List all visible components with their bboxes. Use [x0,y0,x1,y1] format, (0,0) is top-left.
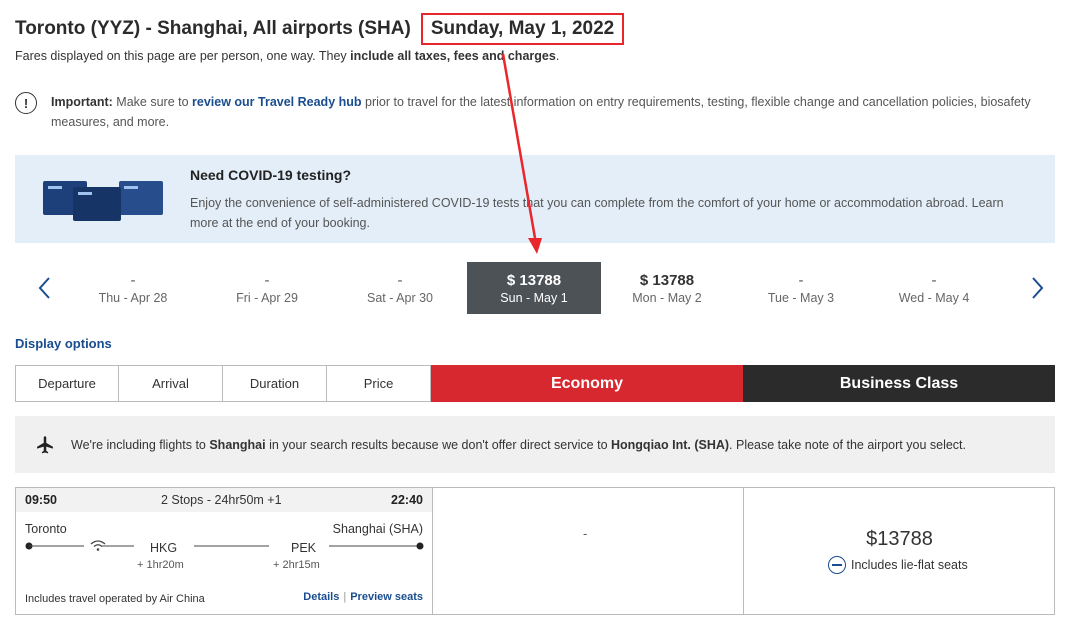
notice-city: Shanghai [209,437,266,452]
date-option-thu-apr-28[interactable]: - Thu - Apr 28 [66,262,200,314]
notice-text-1: We're including flights to [71,437,210,452]
sort-arrival[interactable]: Arrival [119,365,223,402]
flight-summary-bar: 09:50 2 Stops - 24hr50m +1 22:40 [16,488,432,512]
date-option-sat-apr-30[interactable]: - Sat - Apr 30 [333,262,467,314]
airport-notice: We're including flights to Shanghai in y… [15,416,1055,473]
date-label: Sun - May 1 [500,291,568,305]
next-dates-button[interactable] [1023,270,1053,306]
date-option-mon-may-2[interactable]: $ 13788 Mon - May 2 [600,262,734,314]
test-card [119,181,163,215]
date-option-sun-may-1[interactable]: $ 13788 Sun - May 1 [467,262,601,314]
stop-2-code: PEK [291,541,317,555]
sort-price[interactable]: Price [327,365,431,402]
date-price: - [264,272,270,289]
flight-result-row: 09:50 2 Stops - 24hr50m +1 22:40 Toronto… [15,487,1055,615]
date-selector: - Thu - Apr 28 - Fri - Apr 29 - Sat - Ap… [15,262,1055,314]
plane-icon [37,435,53,453]
date-option-tue-may-3[interactable]: - Tue - May 3 [734,262,868,314]
economy-fare-cell: - [432,488,743,614]
flight-itinerary: 09:50 2 Stops - 24hr50m +1 22:40 Toronto… [16,488,432,614]
arrival-time: 22:40 [391,493,423,507]
wifi-icon [90,540,106,551]
business-feature: Includes lie-flat seats [828,556,968,574]
route-title: Toronto (YYZ) - Shanghai, All airports (… [15,18,411,39]
date-price: $ 13788 [639,272,695,289]
date-label: Thu - Apr 28 [98,291,168,305]
test-card [73,187,121,221]
important-notice: ! Important: Make sure to review our Tra… [15,92,1055,132]
details-link[interactable]: Details [303,591,339,603]
origin-city: Toronto [25,522,67,536]
date-price: - [397,272,403,289]
date-label: Tue - May 3 [767,291,835,305]
display-options-link[interactable]: Display options [15,336,112,351]
page-header: Toronto (YYZ) - Shanghai, All airports (… [15,13,625,45]
business-fare-cell[interactable]: $13788 Includes lie-flat seats [743,488,1054,614]
date-label: Mon - May 2 [632,291,702,305]
covid-text: Enjoy the convenience of self-administer… [190,196,1004,230]
covid-test-cards-image [43,179,167,223]
important-text-1: Make sure to [112,95,193,109]
sort-duration[interactable]: Duration [223,365,327,402]
sort-departure[interactable]: Departure [15,365,119,402]
economy-fare-unavailable: - [583,526,588,541]
notice-airport: Hongqiao Int. (SHA) [611,437,730,452]
notice-text-2: in your search results because we don't … [265,437,611,452]
travel-date: Sunday, May 1, 2022 [420,13,625,45]
date-price: - [798,272,804,289]
date-label: Wed - May 4 [898,291,970,305]
preview-seats-link[interactable]: Preview seats [350,591,423,603]
economy-cabin-tab[interactable]: Economy [431,365,743,402]
prev-dates-button[interactable] [29,270,59,306]
operated-by: Includes travel operated by Air China [25,593,205,605]
route-line [25,542,424,550]
destination-city: Shanghai (SHA) [332,522,423,536]
exclamation-icon: ! [15,92,37,114]
important-label: Important: [51,95,113,109]
date-price: - [931,272,937,289]
sort-bar: Departure Arrival Duration Price Economy… [15,365,1055,402]
fares-note-suffix: . [555,49,560,63]
fares-note: Fares displayed on this page are per per… [15,49,559,63]
covid-testing-banner: Need COVID-19 testing? Enjoy the conveni… [15,155,1055,243]
fares-note-bold: include all taxes, fees and charges [350,49,556,63]
link-separator: | [343,591,347,603]
business-feature-label: Includes lie-flat seats [851,558,968,572]
notice-text: We're including flights to Shanghai in y… [71,438,966,452]
lie-flat-seat-icon [828,556,846,574]
stop-1-code: HKG [150,541,178,555]
important-text: Important: Make sure to review our Trave… [51,92,1055,132]
chevron-left-icon [38,277,50,299]
departure-time: 09:50 [25,493,57,507]
date-option-fri-apr-29[interactable]: - Fri - Apr 29 [200,262,334,314]
business-price: $13788 [866,528,933,550]
date-price: $ 13788 [506,272,562,289]
date-label: Fri - Apr 29 [236,291,298,305]
covid-title: Need COVID-19 testing? [190,167,352,183]
business-cabin-tab[interactable]: Business Class [743,365,1055,402]
date-label: Sat - Apr 30 [366,291,433,305]
flight-links: Details | Preview seats [303,591,423,603]
fares-note-prefix: Fares displayed on this page are per per… [15,49,351,63]
date-option-wed-may-4[interactable]: - Wed - May 4 [867,262,1001,314]
stops-duration: 2 Stops - 24hr50m +1 [161,493,282,507]
stop-1-layover: + 1hr20m [137,559,184,571]
notice-text-3: . Please take note of the airport you se… [729,437,966,452]
chevron-right-icon [1032,277,1044,299]
travel-ready-hub-link[interactable]: review our Travel Ready hub [192,95,362,109]
stop-2-layover: + 2hr15m [273,559,320,571]
date-price: - [130,272,136,289]
